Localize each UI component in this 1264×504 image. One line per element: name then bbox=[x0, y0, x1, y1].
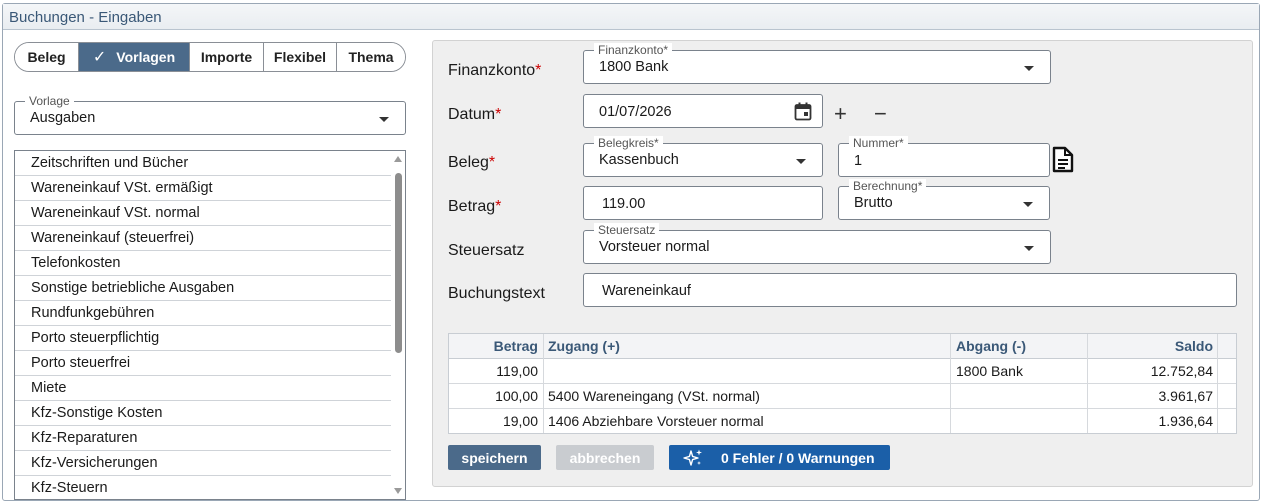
plus-icon[interactable]: + bbox=[834, 103, 847, 125]
booking-preview-table: Betrag Zugang (+) Abgang (-) Saldo 119,0… bbox=[448, 333, 1237, 434]
tab-bar: Beleg ✓ Vorlagen Importe Flexibel Thema bbox=[14, 42, 406, 72]
steuersatz-value: Vorsteuer normal bbox=[599, 239, 710, 255]
list-item[interactable]: Kfz-Reparaturen bbox=[15, 426, 391, 451]
cell-abgang: 1800 Bank bbox=[956, 363, 1023, 379]
tab-vorlagen[interactable]: ✓ Vorlagen bbox=[79, 43, 190, 71]
tab-thema[interactable]: Thema bbox=[337, 43, 405, 71]
beleg-row-label: Beleg* bbox=[448, 154, 496, 171]
cell-betrag: 19,00 bbox=[502, 413, 538, 429]
list-item[interactable]: Kfz-Steuern bbox=[15, 476, 391, 499]
template-list: Zeitschriften und Bücher Wareneinkauf VS… bbox=[14, 150, 406, 500]
calendar-icon[interactable] bbox=[794, 102, 812, 121]
berechnung-label: Berechnung* bbox=[849, 179, 927, 193]
panel-title: Buchungen - Eingaben bbox=[9, 9, 162, 26]
table-header: Betrag Zugang (+) Abgang (-) Saldo bbox=[449, 334, 1236, 359]
datum-input[interactable]: 01/07/2026 bbox=[583, 94, 823, 128]
panel-header: Buchungen - Eingaben bbox=[3, 4, 1259, 30]
scroll-thumb[interactable] bbox=[395, 173, 402, 353]
sparkle-icon bbox=[683, 449, 702, 466]
column-divider bbox=[1217, 334, 1218, 433]
steuersatz-field-label: Steuersatz bbox=[594, 223, 660, 237]
table-row[interactable]: 100,00 5400 Wareneingang (VSt. normal) 3… bbox=[449, 384, 1236, 409]
list-item[interactable]: Sonstige betriebliche Ausgaben bbox=[15, 276, 391, 301]
chevron-down-icon[interactable] bbox=[796, 159, 806, 164]
template-select[interactable]: Vorlage Ausgaben bbox=[14, 94, 406, 135]
finanzkonto-select[interactable]: Finanzkonto* 1800 Bank bbox=[583, 43, 1051, 84]
list-item[interactable]: Miete bbox=[15, 376, 391, 401]
scroll-down-icon[interactable] bbox=[394, 488, 402, 494]
chevron-down-icon[interactable] bbox=[379, 117, 389, 122]
nummer-input[interactable]: Nummer* 1 bbox=[838, 136, 1050, 177]
header-abgang[interactable]: Abgang (-) bbox=[956, 334, 1026, 359]
berechnung-value: Brutto bbox=[854, 195, 893, 211]
tab-label: Flexibel bbox=[273, 49, 327, 65]
nummer-label: Nummer* bbox=[849, 136, 908, 150]
column-divider bbox=[1087, 334, 1088, 433]
list-item[interactable]: Zeitschriften und Bücher bbox=[15, 151, 391, 176]
validation-status-label: 0 Fehler / 0 Warnungen bbox=[721, 449, 875, 466]
tab-label: Beleg bbox=[27, 49, 66, 65]
tab-flexibel[interactable]: Flexibel bbox=[264, 43, 337, 71]
table-row[interactable]: 119,00 1800 Bank 12.752,84 bbox=[449, 359, 1236, 384]
tab-label: Vorlagen bbox=[116, 49, 176, 65]
table-row[interactable]: 19,00 1406 Abziehbare Vorsteuer normal 1… bbox=[449, 409, 1236, 434]
tab-label: Thema bbox=[348, 49, 394, 65]
cell-saldo: 12.752,84 bbox=[1150, 363, 1213, 379]
cancel-button[interactable]: abbrechen bbox=[556, 445, 654, 470]
betrag-input[interactable]: 119.00 bbox=[583, 186, 823, 220]
check-icon: ✓ bbox=[92, 49, 107, 66]
datum-value: 01/07/2026 bbox=[599, 104, 672, 120]
list-item[interactable]: Rundfunkgebühren bbox=[15, 301, 391, 326]
list-item[interactable]: Wareneinkauf (steuerfrei) bbox=[15, 226, 391, 251]
header-saldo[interactable]: Saldo bbox=[1087, 334, 1213, 359]
chevron-down-icon[interactable] bbox=[1024, 246, 1034, 251]
cell-betrag: 119,00 bbox=[496, 363, 538, 379]
tab-beleg[interactable]: Beleg bbox=[15, 43, 79, 71]
cell-zugang: 1406 Abziehbare Vorsteuer normal bbox=[548, 413, 764, 429]
template-select-label: Vorlage bbox=[25, 94, 74, 108]
list-item[interactable]: Wareneinkauf VSt. ermäßigt bbox=[15, 176, 391, 201]
cell-zugang: 5400 Wareneingang (VSt. normal) bbox=[548, 388, 760, 404]
betrag-value: 119.00 bbox=[602, 196, 646, 212]
cell-betrag: 100,00 bbox=[495, 388, 538, 404]
datum-row-label: Datum* bbox=[448, 106, 502, 123]
header-zugang[interactable]: Zugang (+) bbox=[548, 334, 620, 359]
chevron-down-icon[interactable] bbox=[1024, 66, 1034, 71]
cell-saldo: 1.936,64 bbox=[1158, 413, 1214, 429]
validation-status-button[interactable]: 0 Fehler / 0 Warnungen bbox=[669, 445, 890, 470]
minus-icon[interactable]: − bbox=[874, 103, 887, 125]
finanzkonto-value: 1800 Bank bbox=[599, 59, 669, 75]
column-divider bbox=[543, 334, 544, 433]
chevron-down-icon[interactable] bbox=[1023, 202, 1033, 207]
belegkreis-label: Belegkreis* bbox=[594, 136, 663, 150]
list-item[interactable]: Wareneinkauf VSt. normal bbox=[15, 201, 391, 226]
berechnung-select[interactable]: Berechnung* Brutto bbox=[838, 179, 1050, 220]
buchungstext-input[interactable]: Wareneinkauf bbox=[583, 273, 1237, 307]
list-item[interactable]: Porto steuerfrei bbox=[15, 351, 391, 376]
list-item[interactable]: Porto steuerpflichtig bbox=[15, 326, 391, 351]
document-icon[interactable] bbox=[1052, 146, 1074, 173]
steuersatz-row-label: Steuersatz bbox=[448, 242, 525, 259]
save-button[interactable]: speichern bbox=[448, 445, 541, 470]
buchungstext-row-label: Buchungstext bbox=[448, 285, 545, 302]
belegkreis-value: Kassenbuch bbox=[599, 152, 679, 168]
list-item[interactable]: Telefonkosten bbox=[15, 251, 391, 276]
list-item[interactable]: Kfz-Versicherungen bbox=[15, 451, 391, 476]
list-scrollbar[interactable] bbox=[391, 151, 405, 499]
header-betrag[interactable]: Betrag bbox=[449, 334, 538, 359]
nummer-value: 1 bbox=[854, 153, 863, 169]
tab-label: Importe bbox=[200, 49, 253, 65]
buchungstext-value: Wareneinkauf bbox=[602, 283, 691, 299]
finanzkonto-row-label: Finanzkonto* bbox=[448, 62, 542, 79]
template-select-value: Ausgaben bbox=[30, 110, 96, 126]
betrag-row-label: Betrag* bbox=[448, 198, 502, 215]
finanzkonto-field-label: Finanzkonto* bbox=[594, 43, 673, 57]
belegkreis-select[interactable]: Belegkreis* Kassenbuch bbox=[583, 136, 823, 177]
steuersatz-select[interactable]: Steuersatz Vorsteuer normal bbox=[583, 223, 1051, 264]
list-item[interactable]: Kfz-Sonstige Kosten bbox=[15, 401, 391, 426]
scroll-up-icon[interactable] bbox=[394, 156, 402, 162]
cell-saldo: 3.961,67 bbox=[1158, 388, 1214, 404]
tab-importe[interactable]: Importe bbox=[190, 43, 264, 71]
column-divider bbox=[950, 334, 951, 433]
